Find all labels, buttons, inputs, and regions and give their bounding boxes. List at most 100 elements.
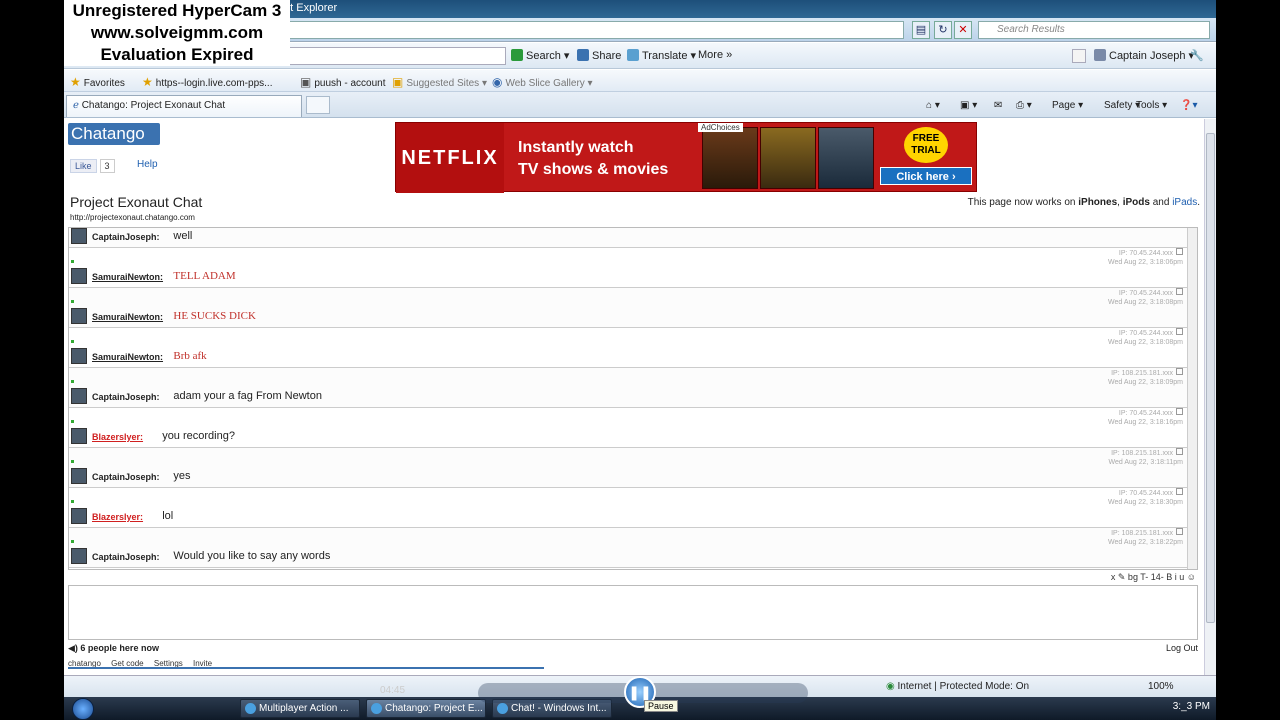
ad-click-here-button[interactable]: Click here ›	[880, 167, 972, 185]
taskbar-multiplayer[interactable]: Multiplayer Action ...	[240, 699, 360, 718]
message-input[interactable]	[68, 585, 1198, 640]
room-url[interactable]: http://projectexonaut.chatango.com	[70, 213, 195, 222]
new-tab-button[interactable]	[306, 96, 330, 114]
ad-headline: Instantly watch TV shows & movies	[518, 137, 668, 181]
message-author[interactable]: Blazerslyer:	[92, 432, 143, 442]
delete-message-icon[interactable]	[1176, 528, 1183, 535]
chat-message: CaptainJoseph: yes IP: 108.215.181.xxx Wed …	[69, 448, 1187, 488]
chat-message: CaptainJoseph: adam your a fag From Newto…	[69, 368, 1187, 408]
feeds-icon[interactable]: ▣ ▾	[960, 100, 977, 111]
message-time: Wed Aug 22, 3:18:30pm	[1108, 499, 1183, 506]
tab-bar: ℯ Chatango: Project Exonaut Chat ⌂ ▾ ▣ ▾…	[64, 92, 1216, 118]
favorites-button[interactable]: ★ Favorites	[70, 75, 125, 89]
avatar[interactable]	[71, 468, 87, 484]
stop-icon[interactable]: ✕	[954, 21, 972, 39]
chat-scrollbar[interactable]	[1187, 228, 1197, 569]
message-ip: IP: 70.45.244.xxx	[1108, 488, 1183, 498]
message-time: Wed Aug 22, 3:18:16pm	[1108, 419, 1183, 426]
fav-suggested-sites[interactable]: ▣ Suggested Sites ▾	[392, 75, 487, 89]
fav-login-live[interactable]: ★ https--login.live.com-pps...	[142, 75, 272, 89]
compat-view-icon[interactable]: ▤	[912, 21, 930, 39]
delete-message-icon[interactable]	[1176, 248, 1183, 255]
delete-message-icon[interactable]	[1176, 328, 1183, 335]
help-link[interactable]: Help	[137, 159, 158, 170]
zoom-level[interactable]: 100%	[1148, 681, 1174, 692]
message-meta: IP: 108.215.181.xxx Wed Aug 22, 3:18:22pm	[1108, 528, 1183, 547]
search-input[interactable]: Search Results	[978, 21, 1210, 39]
help-icon[interactable]: ❓▾	[1180, 100, 1197, 111]
message-time: Wed Aug 22, 3:18:08pm	[1108, 339, 1183, 346]
ie-icon	[497, 703, 508, 714]
page-scroll-thumb[interactable]	[1206, 133, 1215, 623]
like-button[interactable]: Like	[70, 159, 97, 173]
avatar[interactable]	[71, 308, 87, 324]
suggested-sites-icon: ▣	[392, 75, 404, 89]
message-author[interactable]: SamuraiNewton:	[92, 312, 163, 322]
message-text: you recording?	[162, 430, 235, 442]
tools-menu[interactable]: Tools ▾	[1136, 100, 1167, 111]
ipads-link[interactable]: iPads	[1172, 197, 1197, 208]
avatar[interactable]	[71, 428, 87, 444]
message-author[interactable]: SamuraiNewton:	[92, 352, 163, 362]
avatar[interactable]	[71, 268, 87, 284]
online-dot	[71, 300, 74, 303]
start-button[interactable]	[72, 698, 94, 720]
clock[interactable]: 3:_3 PM	[1173, 701, 1210, 712]
user-menu[interactable]: Captain Joseph ▾	[1094, 49, 1194, 62]
toolbar-more-button[interactable]: More »	[698, 49, 732, 61]
logout-link[interactable]: Log Out	[1166, 643, 1198, 653]
fav-puush[interactable]: ▣ puush - account	[300, 75, 386, 89]
message-author[interactable]: CaptainJoseph:	[92, 552, 160, 562]
chatango-logo[interactable]: Chatango	[68, 123, 160, 145]
message-author[interactable]: CaptainJoseph:	[92, 232, 160, 242]
ad-headline-line2: TV shows & movies	[518, 161, 669, 178]
format-toolbar[interactable]: x ✎ bg T- 14- B i u ☺	[1111, 572, 1196, 583]
letterbox-left	[0, 0, 64, 720]
fav-web-slice-gallery[interactable]: ◉ Web Slice Gallery ▾	[492, 75, 593, 89]
page-menu[interactable]: Page ▾	[1052, 100, 1083, 111]
taskbar-chatango[interactable]: Chatango: Project E...	[366, 699, 486, 718]
home-icon[interactable]: ⌂ ▾	[926, 100, 940, 111]
avatar[interactable]	[71, 388, 87, 404]
print-icon[interactable]: ⎙ ▾	[1016, 100, 1032, 111]
delete-message-icon[interactable]	[1176, 288, 1183, 295]
chat-message: CaptainJoseph: Would you like to say any …	[69, 528, 1187, 568]
message-meta: IP: 70.45.244.xxx Wed Aug 22, 3:18:08pm	[1108, 328, 1183, 347]
message-author[interactable]: SamuraiNewton:	[92, 272, 163, 282]
avatar[interactable]	[71, 348, 87, 364]
toolbar-translate-button[interactable]: Translate ▾	[627, 49, 696, 62]
message-text: HE SUCKS DICK	[173, 310, 256, 322]
netflix-ad[interactable]: NETFLIX Instantly watch TV shows & movie…	[395, 122, 977, 193]
delete-message-icon[interactable]	[1176, 368, 1183, 375]
status-zone[interactable]: ◉ Internet | Protected Mode: On	[886, 681, 1029, 692]
message-author[interactable]: Blazerslyer:	[92, 512, 143, 522]
speaker-icon[interactable]: ◀)	[68, 643, 80, 653]
message-ip: IP: 70.45.244.xxx	[1108, 408, 1183, 418]
facebook-like[interactable]: Like 3	[70, 159, 115, 173]
translate-icon	[627, 49, 639, 61]
mail-icon[interactable]: ✉	[994, 100, 1002, 111]
message-text: TELL ADAM	[173, 270, 236, 282]
player-time: 04:45	[380, 685, 406, 696]
delete-message-icon[interactable]	[1176, 488, 1183, 495]
adchoices-label[interactable]: AdChoices	[698, 123, 743, 132]
message-author[interactable]: CaptainJoseph:	[92, 472, 160, 482]
avatar[interactable]	[71, 228, 87, 244]
toolbar-search-button[interactable]: Search ▾	[511, 49, 569, 62]
delete-message-icon[interactable]	[1176, 448, 1183, 455]
letterbox-right	[1216, 0, 1280, 720]
wrench-icon[interactable]: 🔧	[1190, 49, 1204, 62]
refresh-icon[interactable]: ↻	[934, 21, 952, 39]
message-meta: IP: 70.45.244.xxx Wed Aug 22, 3:18:08pm	[1108, 288, 1183, 307]
message-author[interactable]: CaptainJoseph:	[92, 392, 160, 402]
toolbar-share-button[interactable]: Share	[577, 49, 621, 62]
avatar[interactable]	[71, 548, 87, 564]
online-dot	[71, 340, 74, 343]
message-text: Would you like to say any words	[173, 550, 331, 562]
avatar[interactable]	[71, 508, 87, 524]
delete-message-icon[interactable]	[1176, 408, 1183, 415]
safety-menu[interactable]: Safety ▾	[1104, 100, 1140, 111]
tab-chatango[interactable]: ℯ Chatango: Project Exonaut Chat	[66, 95, 302, 117]
toolbar-blank-icon[interactable]	[1072, 49, 1086, 63]
page-scrollbar[interactable]	[1204, 119, 1216, 675]
